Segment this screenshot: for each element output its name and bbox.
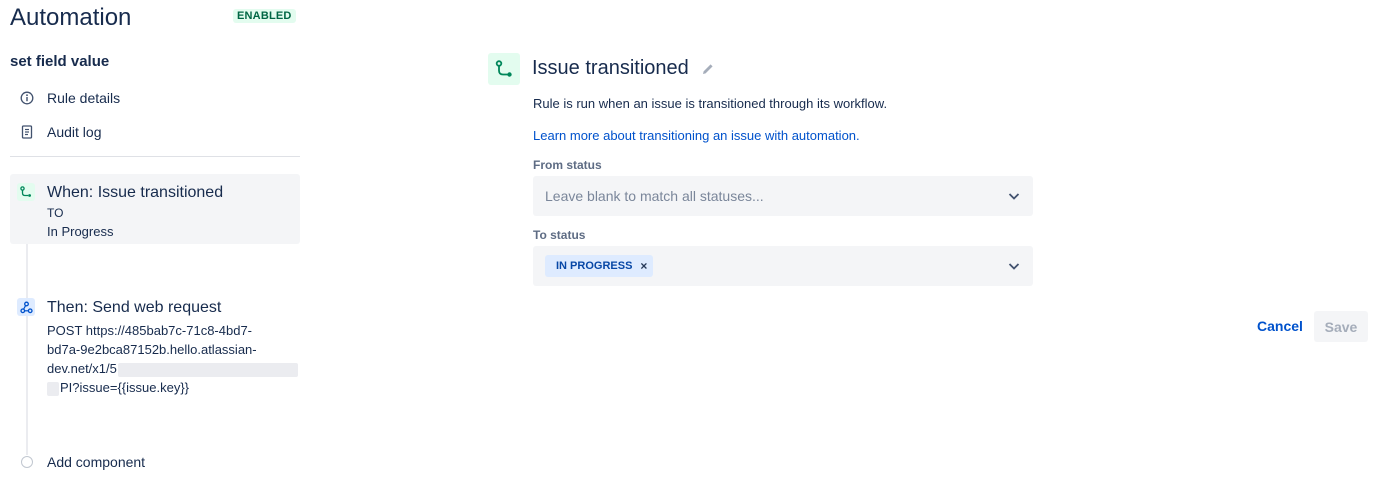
add-component-button[interactable]: Add component xyxy=(47,454,145,470)
page-title: Automation xyxy=(10,4,132,31)
nav-rule-details[interactable]: Rule details xyxy=(18,88,120,108)
redacted-block xyxy=(47,381,59,396)
status-chip: IN PROGRESS × xyxy=(545,255,654,277)
trigger-to-value: In Progress xyxy=(47,224,114,239)
action-url-line-3: dev.net/x1/5 xyxy=(47,359,298,378)
action-url-line-2: bd7a-9e2bca87152b.hello.atlassian- xyxy=(47,342,257,357)
component-title-text: Issue transitioned xyxy=(532,57,689,79)
info-icon xyxy=(18,89,36,107)
action-title[interactable]: Then: Send web request xyxy=(47,299,221,317)
learn-more-link[interactable]: Learn more about transitioning an issue … xyxy=(533,128,860,143)
transition-icon xyxy=(17,183,35,201)
action-url-line-4-text: PI?issue={{issue.key}} xyxy=(60,380,190,395)
redacted-block xyxy=(117,362,298,377)
from-status-label: From status xyxy=(533,158,602,172)
action-url-line-4: PI?issue={{issue.key}} xyxy=(47,378,189,397)
save-button[interactable]: Save xyxy=(1314,311,1368,342)
from-status-select[interactable]: Leave blank to match all statuses... xyxy=(533,176,1033,216)
remove-chip-icon[interactable]: × xyxy=(640,259,647,273)
component-title: Issue transitioned xyxy=(532,57,715,80)
edit-pencil-icon[interactable] xyxy=(701,62,715,76)
cancel-button[interactable]: Cancel xyxy=(1247,311,1313,341)
trigger-title[interactable]: When: Issue transitioned xyxy=(47,184,223,202)
add-component-icon xyxy=(21,456,33,468)
trigger-to-label: TO xyxy=(47,206,64,220)
from-status-placeholder: Leave blank to match all statuses... xyxy=(545,188,764,204)
rule-name: set field value xyxy=(10,53,110,70)
transition-icon xyxy=(488,53,520,85)
status-chip-label: IN PROGRESS xyxy=(556,260,633,272)
action-url-line-3-text: dev.net/x1/5 xyxy=(47,361,117,376)
nav-audit-log-label: Audit log xyxy=(47,124,102,140)
divider xyxy=(10,156,300,157)
to-status-label: To status xyxy=(533,228,586,242)
chevron-down-icon xyxy=(1007,189,1021,203)
document-icon xyxy=(18,123,36,141)
nav-audit-log[interactable]: Audit log xyxy=(18,122,101,142)
to-status-select[interactable]: IN PROGRESS × xyxy=(533,246,1033,286)
action-url-line-1: POST https://485bab7c-71c8-4bd7- xyxy=(47,323,252,338)
component-description: Rule is run when an issue is transitione… xyxy=(533,96,888,111)
status-badge: ENABLED xyxy=(233,9,296,23)
webhook-icon xyxy=(17,298,35,316)
nav-rule-details-label: Rule details xyxy=(47,90,121,106)
chevron-down-icon xyxy=(1007,259,1021,273)
